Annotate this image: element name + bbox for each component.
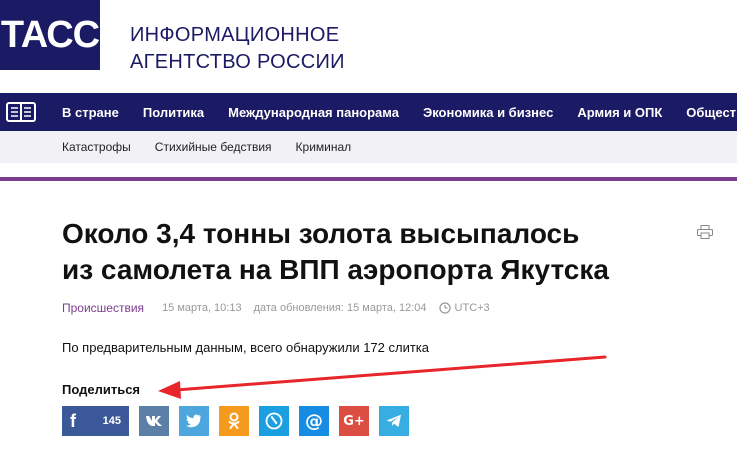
mail-share-button[interactable]: @ <box>299 406 329 436</box>
article-title-line-2: из самолета на ВПП аэропорта Якутска <box>62 254 609 285</box>
tass-logo[interactable]: ТАСС <box>0 0 100 70</box>
facebook-icon: f <box>70 410 76 431</box>
article-lead: По предварительным данным, всего обнаруж… <box>62 340 430 355</box>
main-nav: В стране Политика Международная панорама… <box>0 93 737 131</box>
share-title: Поделиться <box>62 382 141 397</box>
menu-icon[interactable] <box>6 100 36 124</box>
livejournal-icon <box>265 412 283 430</box>
telegram-share-button[interactable] <box>379 406 409 436</box>
odnoklassniki-icon <box>228 412 240 429</box>
agency-name: ИНФОРМАЦИОННОЕ АГЕНТСТВО РОССИИ <box>130 22 345 76</box>
nav-item-v-strane[interactable]: В стране <box>62 105 119 120</box>
telegram-icon <box>386 414 401 427</box>
agency-line-1: ИНФОРМАЦИОННОЕ <box>130 24 340 46</box>
article-meta: Происшествия 15 марта, 10:13 дата обновл… <box>62 301 490 315</box>
vk-icon <box>146 416 162 426</box>
clock-icon <box>438 302 451 314</box>
mail-icon: @ <box>305 410 323 432</box>
googleplus-icon: G+ <box>343 413 365 429</box>
updated-time: дата обновления: 15 марта, 12:04 <box>253 302 427 314</box>
published-time: 15 марта, 10:13 <box>162 302 242 314</box>
vk-share-button[interactable] <box>139 406 169 436</box>
twitter-share-button[interactable] <box>179 406 209 436</box>
twitter-icon <box>186 414 201 428</box>
sub-nav: Катастрофы Стихийные бедствия Криминал <box>0 131 737 163</box>
nav-item-mezhdunarodnaya-panorama[interactable]: Международная панорама <box>228 105 399 120</box>
facebook-share-count: 145 <box>102 415 121 427</box>
category-link[interactable]: Происшествия <box>62 301 144 315</box>
subnav-item-katastrofy[interactable]: Катастрофы <box>62 140 131 154</box>
site-header: ТАСС ИНФОРМАЦИОННОЕ АГЕНТСТВО РОССИИ <box>0 0 737 92</box>
timezone-label: UTC+3 <box>454 302 490 314</box>
nav-item-politika[interactable]: Политика <box>143 105 204 120</box>
logo-text: ТАСС <box>0 13 100 56</box>
print-icon[interactable] <box>697 225 713 239</box>
facebook-share-button[interactable]: f 145 <box>62 406 129 436</box>
subnav-item-kriminal[interactable]: Криминал <box>296 140 352 154</box>
subnav-item-stikhiynye-bedstviya[interactable]: Стихийные бедствия <box>155 140 272 154</box>
googleplus-share-button[interactable]: G+ <box>339 406 369 436</box>
section-divider <box>0 177 737 181</box>
odnoklassniki-share-button[interactable] <box>219 406 249 436</box>
nav-item-armiya-i-opk[interactable]: Армия и ОПК <box>577 105 662 120</box>
nav-item-obshchestvo[interactable]: Общест <box>686 105 736 120</box>
share-buttons: f 145 @ G+ <box>62 406 419 436</box>
article-title-line-1: Около 3,4 тонны золота высыпалось <box>62 218 580 249</box>
nav-item-ekonomika-i-biznes[interactable]: Экономика и бизнес <box>423 105 553 120</box>
livejournal-share-button[interactable] <box>259 406 289 436</box>
agency-line-2: АГЕНТСТВО РОССИИ <box>130 51 345 73</box>
article-title: Около 3,4 тонны золота высыпалось из сам… <box>62 216 682 288</box>
